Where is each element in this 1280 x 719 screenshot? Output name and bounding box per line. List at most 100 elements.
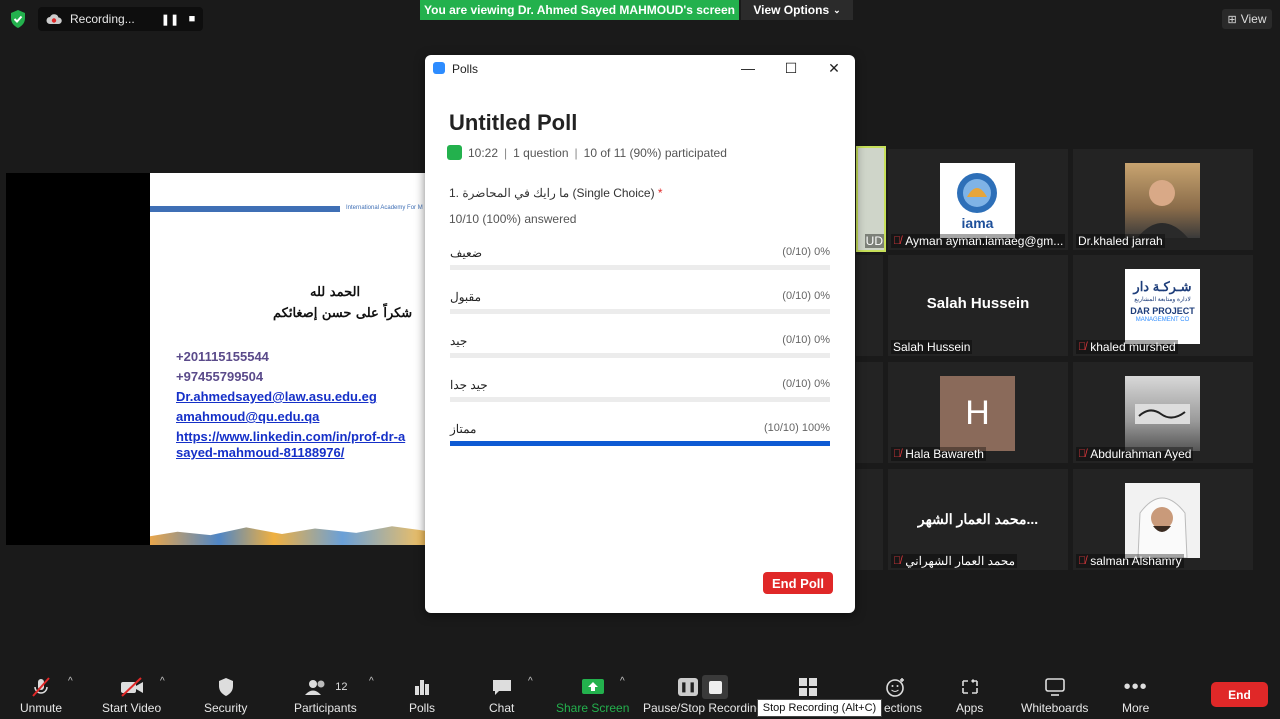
whiteboards-button[interactable]: Whiteboards [1021, 674, 1088, 715]
stop-icon[interactable] [702, 675, 729, 699]
minimize-icon[interactable]: — [739, 59, 757, 77]
screen-share-banner: You are viewing Dr. Ahmed Sayed MAHMOUD'… [420, 0, 739, 20]
participant-name: 🎙̸ Abdulrahman Ayed [1076, 447, 1194, 461]
participant-tile[interactable]: شـركـة دار لادارة ومتابعة المشاريع DAR P… [1073, 255, 1253, 356]
pause-icon[interactable]: ❚❚ [678, 678, 699, 696]
end-poll-button[interactable]: End Poll [763, 572, 833, 594]
chat-icon [491, 674, 513, 700]
grid-icon [797, 674, 819, 700]
view-options-button[interactable]: View Options ⌄ [741, 0, 853, 20]
participant-name: Dr.khaled jarrah [1076, 234, 1165, 248]
security-shield-icon[interactable] [8, 9, 28, 29]
active-speaker-tile[interactable]: UD [856, 146, 886, 252]
poll-option: جيد جدا (0/10) 0% [450, 378, 830, 406]
poll-option: جيد (0/10) 0% [450, 334, 830, 362]
poll-option-result: (0/10) 0% [782, 246, 830, 258]
poll-option-label: ممتاز [450, 422, 477, 436]
audio-options-caret-icon[interactable]: ^ [68, 676, 73, 687]
cloud-recording-icon [46, 13, 62, 25]
shared-screen: International Academy For M الحمد لله شك… [6, 173, 425, 545]
chat-button[interactable]: Chat [489, 674, 514, 715]
view-button[interactable]: ⊞ View [1222, 9, 1272, 29]
participant-tile[interactable]: Salah Hussein Salah Hussein [888, 255, 1068, 356]
reactions-label: ections [884, 701, 923, 715]
participant-name: 🎙̸ Hala Bawareth [891, 447, 986, 461]
participant-tile[interactable]: iama 🎙̸ Ayman ayman.iamaeg@gm... [888, 149, 1068, 250]
share-screen-label: Share Screen [556, 701, 630, 715]
poll-meta: 10:22 | 1 question | 10 of 11 (90%) part… [447, 145, 727, 160]
share-screen-button[interactable]: Share Screen [556, 674, 629, 715]
video-off-icon [119, 674, 145, 700]
maximize-icon[interactable]: ☐ [782, 59, 800, 77]
video-options-caret-icon[interactable]: ^ [160, 676, 165, 687]
poll-option-label: مقبول [450, 290, 482, 304]
slide-thanks-line1: الحمد لله [310, 285, 361, 300]
close-icon[interactable]: ✕ [825, 59, 843, 77]
more-label: More [1122, 701, 1150, 715]
avatar-initial: H [940, 376, 1015, 451]
chat-caret-icon[interactable]: ^ [528, 676, 533, 687]
share-caret-icon[interactable]: ^ [620, 676, 625, 687]
security-button[interactable]: Security [204, 674, 247, 715]
polls-button[interactable]: Polls [409, 674, 435, 715]
unmute-label: Unmute [20, 701, 63, 715]
poll-option-result: (0/10) 0% [782, 378, 830, 390]
participant-name: 🎙̸ khaled murshed [1076, 340, 1178, 354]
poll-participation: 10 of 11 (90%) participated [583, 145, 727, 160]
start-video-label: Start Video [102, 701, 162, 715]
poll-question-count: 1 question [513, 145, 569, 160]
participant-display-name: Salah Hussein [926, 295, 1030, 312]
slide-email-2[interactable]: amahmoud@qu.edu.qa [176, 409, 319, 424]
participants-button[interactable]: 12 Participants [294, 674, 357, 715]
slide-thanks-line2: شكراً على حسن إصغائكم [273, 306, 413, 321]
participant-name: Salah Hussein [891, 340, 973, 354]
reactions-button[interactable]: ections [870, 674, 922, 715]
slide-phone-1: +201115155544 [176, 349, 269, 364]
poll-answered: 10/10 (100%) answered [449, 212, 577, 226]
iama-logo: iama [940, 163, 1015, 238]
participant-tile[interactable]: 🎙̸ Abdulrahman Ayed [1073, 362, 1253, 463]
dar-logo-sub: لادارة ومتابعة المشاريع [1134, 297, 1191, 303]
participants-caret-icon[interactable]: ^ [369, 676, 374, 687]
poll-option-bar [450, 353, 830, 358]
poll-time: 10:22 [468, 145, 499, 160]
mic-muted-icon: 🎙̸ [1078, 341, 1087, 353]
polls-titlebar[interactable]: Polls — ☐ ✕ [425, 55, 855, 81]
mic-muted-icon: 🎙̸ [1078, 555, 1087, 567]
whiteboards-label: Whiteboards [1021, 701, 1089, 715]
poll-option-label: جيد جدا [450, 378, 488, 392]
unmute-button[interactable]: Unmute [20, 674, 62, 715]
participant-tile[interactable]: محمد العمار الشهر... 🎙̸ محمد العمار الشهر… [888, 469, 1068, 570]
start-video-button[interactable]: Start Video [102, 674, 161, 715]
slide-linkedin-1[interactable]: https://www.linkedin.com/in/prof-dr-a [176, 429, 405, 444]
slide-academy-text: International Academy For M [346, 205, 423, 211]
participant-photo [1125, 376, 1200, 451]
participant-video [1125, 163, 1200, 238]
participant-tile[interactable]: Dr.khaled jarrah [1073, 149, 1253, 250]
chat-label: Chat [489, 701, 515, 715]
poll-option-result: (0/10) 0% [782, 334, 830, 346]
presentation-slide: International Academy For M الحمد لله شك… [150, 173, 425, 545]
poll-option: ممتاز (10/10) 100% [450, 422, 830, 450]
end-meeting-button[interactable]: End [1211, 682, 1268, 707]
participant-tile[interactable]: 🎙̸ salman Alshamry [1073, 469, 1253, 570]
pause-stop-recording-label: Pause/Stop Recording [643, 701, 764, 715]
polls-label: Polls [409, 701, 436, 715]
mic-muted-icon: 🎙̸ [893, 555, 902, 567]
stop-recording-icon[interactable]: ■ [181, 10, 203, 28]
slide-email-1[interactable]: Dr.ahmedsayed@law.asu.edu.eg [176, 389, 377, 404]
participants-count: 12 [335, 681, 348, 693]
slide-linkedin-2[interactable]: sayed-mahmoud-81188976/ [176, 445, 344, 460]
pause-recording-icon[interactable]: ❚❚ [159, 10, 181, 28]
dar-logo-arabic: شـركـة دار [1133, 279, 1192, 294]
required-marker: * [657, 186, 663, 200]
iama-logo-text: iama [961, 215, 994, 231]
more-button[interactable]: ••• More [1122, 674, 1150, 716]
dar-logo-english: DAR PROJECT [1130, 306, 1195, 316]
pause-stop-recording-button[interactable]: ❚❚ Pause/Stop Recording [643, 674, 763, 715]
apps-label: Apps [956, 701, 984, 715]
participant-tile[interactable]: H 🎙̸ Hala Bawareth [888, 362, 1068, 463]
apps-button[interactable]: Apps [956, 674, 983, 715]
share-screen-icon [581, 674, 605, 700]
partial-tile [856, 255, 883, 356]
